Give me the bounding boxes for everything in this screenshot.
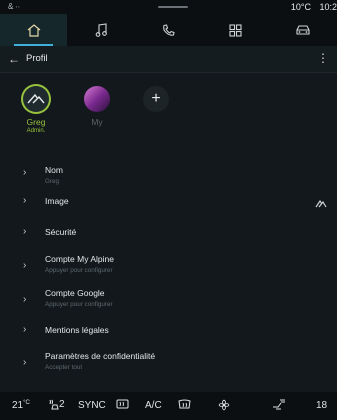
chevron-right-icon: › [23, 294, 27, 305]
phone-icon [162, 23, 175, 37]
profile-name: Greg [26, 117, 46, 127]
list-item-label: Nom [45, 165, 63, 175]
top-navigation [0, 14, 337, 46]
alpine-logo-icon [27, 94, 45, 104]
temperature-unit: °C [23, 400, 30, 406]
status-icons: & ∙∙ [8, 2, 21, 11]
tab-music[interactable] [67, 14, 134, 46]
chevron-right-icon: › [23, 226, 27, 237]
driver-temperature-value: 21 [12, 400, 24, 411]
tab-phone[interactable] [135, 14, 202, 46]
ac-button[interactable]: A/C [145, 400, 162, 411]
plus-icon: + [143, 86, 169, 112]
back-arrow-icon[interactable]: ← [8, 52, 20, 66]
front-defrost-icon [178, 399, 191, 410]
outside-temperature: 10°C [290, 2, 311, 12]
list-item-sub: Appuyer pour configurer [45, 267, 113, 274]
apps-icon [229, 23, 242, 37]
list-item-label: Compte Google [45, 288, 105, 298]
list-item-image[interactable]: › Image [0, 190, 337, 212]
profile-greg[interactable]: Greg Admin. [23, 86, 49, 134]
list-item-label: Image [45, 196, 69, 206]
seat-heating-button[interactable]: 2 [48, 399, 65, 410]
rear-defrost-button[interactable] [116, 399, 129, 413]
profile-selector: Greg Admin. My + [0, 72, 337, 148]
sync-button[interactable]: SYNC [78, 400, 106, 411]
music-icon [95, 23, 107, 37]
airflow-button[interactable] [272, 399, 286, 413]
profile-my[interactable]: My [84, 86, 110, 127]
list-item-sub: Greg [45, 178, 59, 185]
seat-heat-icon [48, 399, 59, 410]
page-title: Profil [26, 53, 48, 64]
list-item-nom[interactable]: › Nom Greg [0, 158, 337, 188]
add-profile-button[interactable]: + [143, 86, 169, 112]
rear-defrost-icon [116, 399, 129, 410]
home-icon [27, 23, 41, 37]
list-item-mentions-legales[interactable]: › Mentions légales [0, 319, 337, 341]
passenger-temperature[interactable]: 18 [316, 400, 327, 411]
list-item-securite[interactable]: › Sécurité [0, 221, 337, 243]
front-defrost-button[interactable] [178, 399, 191, 413]
list-item-label: Mentions légales [45, 325, 109, 335]
seat-heat-level: 2 [59, 399, 65, 411]
driver-temperature[interactable]: 21°C [12, 400, 30, 411]
alpine-logo-icon [315, 195, 327, 213]
status-bar: & ∙∙ 10°C 10:2 [0, 0, 337, 14]
list-item-label: Sécurité [45, 227, 77, 237]
chevron-right-icon: › [23, 260, 27, 271]
more-options-icon[interactable]: ⋮ [317, 51, 329, 65]
chevron-right-icon: › [23, 324, 27, 335]
profile-name: My [91, 117, 103, 127]
airflow-icon [272, 399, 286, 410]
list-item-compte-google[interactable]: › Compte Google Appuyer pour configurer [0, 283, 337, 313]
list-item-label: Paramètres de confidentialité [45, 351, 156, 361]
screen: & ∙∙ 10°C 10:2 ← Profil ⋮ Greg Admin. My… [0, 0, 337, 420]
drag-handle[interactable] [158, 6, 188, 8]
clock: 10:2 [319, 2, 337, 12]
list-item-sub: Appuyer pour configurer [45, 301, 113, 308]
tab-apps[interactable] [202, 14, 269, 46]
list-item-sub: Accepter tout [45, 364, 83, 371]
list-item-label: Compte My Alpine [45, 254, 114, 264]
profile-role: Admin. [26, 128, 46, 134]
car-icon [295, 24, 311, 36]
climate-bar: 21°C 2 SYNC A/C 18 [0, 392, 337, 420]
list-item-confidentialite[interactable]: › Paramètres de confidentialité Accepter… [0, 346, 337, 376]
chevron-right-icon: › [23, 167, 27, 178]
fan-button[interactable] [218, 399, 230, 414]
tab-vehicle[interactable] [270, 14, 337, 46]
fan-icon [218, 399, 230, 411]
list-item-compte-my-alpine[interactable]: › Compte My Alpine Appuyer pour configur… [0, 249, 337, 279]
page-header: ← Profil ⋮ [0, 46, 337, 73]
avatar [84, 86, 110, 112]
avatar [23, 86, 49, 112]
chevron-right-icon: › [23, 357, 27, 368]
chevron-right-icon: › [23, 195, 27, 206]
tab-home[interactable] [0, 14, 68, 46]
